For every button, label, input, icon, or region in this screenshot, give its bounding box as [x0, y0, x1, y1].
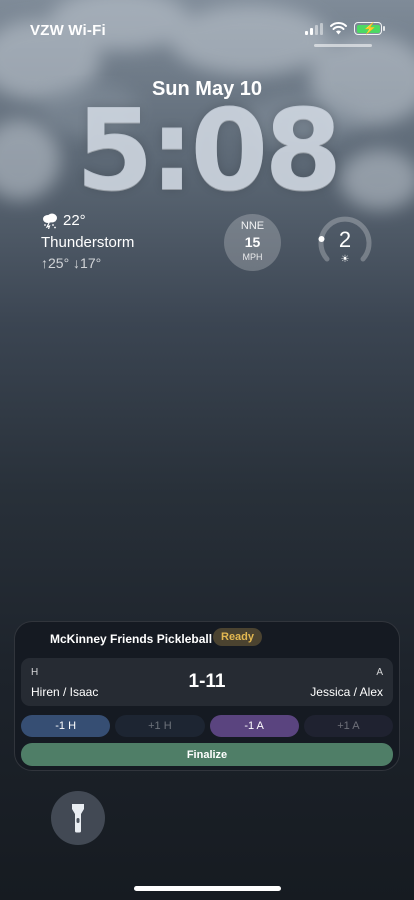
- finalize-button[interactable]: Finalize: [21, 743, 393, 766]
- home-minus-button[interactable]: -1 H: [21, 715, 111, 737]
- control-center-indicator[interactable]: [314, 44, 372, 47]
- home-indicator[interactable]: [134, 886, 281, 891]
- uv-index-widget[interactable]: 2 ☀: [316, 212, 374, 270]
- weather-hilo: ↑25° ↓17°: [41, 255, 102, 271]
- match-score: 1-11: [188, 671, 226, 692]
- weather-condition: Thunderstorm: [41, 234, 135, 251]
- sun-icon: ☀: [340, 254, 350, 265]
- cellular-signal-icon: [305, 22, 323, 35]
- carrier-label: VZW Wi-Fi: [30, 22, 106, 39]
- wind-unit: MPH: [242, 252, 263, 262]
- pickleball-live-activity[interactable]: McKinney Friends Pickleball Ready H A Hi…: [14, 621, 400, 771]
- battery-charging-icon: ⚡: [354, 22, 385, 35]
- weather-widget[interactable]: 22° Thunderstorm ↑25° ↓17°: [41, 212, 134, 271]
- home-plus-button[interactable]: +1 H: [115, 715, 205, 737]
- status-badge: Ready: [213, 628, 263, 646]
- thunderstorm-icon: [43, 213, 57, 229]
- wind-speed: 15: [244, 234, 261, 250]
- scorecard: H A Hiren / Isaac Jessica / Alex 1-11: [21, 658, 393, 706]
- match-title: McKinney Friends Pickleball: [50, 632, 213, 646]
- flashlight-icon: [72, 804, 84, 833]
- weather-temp: 22°: [63, 212, 86, 229]
- wifi-icon: [330, 22, 347, 35]
- away-plus-button[interactable]: +1 A: [303, 715, 393, 737]
- wind-direction: NNE: [240, 220, 265, 232]
- status-icons: ⚡: [305, 22, 385, 35]
- status-bar: VZW Wi-Fi ⚡: [0, 0, 414, 60]
- uv-value: 2: [338, 227, 352, 252]
- flashlight-button[interactable]: [51, 791, 105, 845]
- away-minus-button[interactable]: -1 A: [209, 715, 299, 737]
- lockscreen-clock: 5:08: [75, 86, 343, 216]
- score-buttons: -1 H +1 H -1 A +1 A: [21, 715, 393, 737]
- wind-widget[interactable]: NNE 15 MPH: [224, 214, 281, 271]
